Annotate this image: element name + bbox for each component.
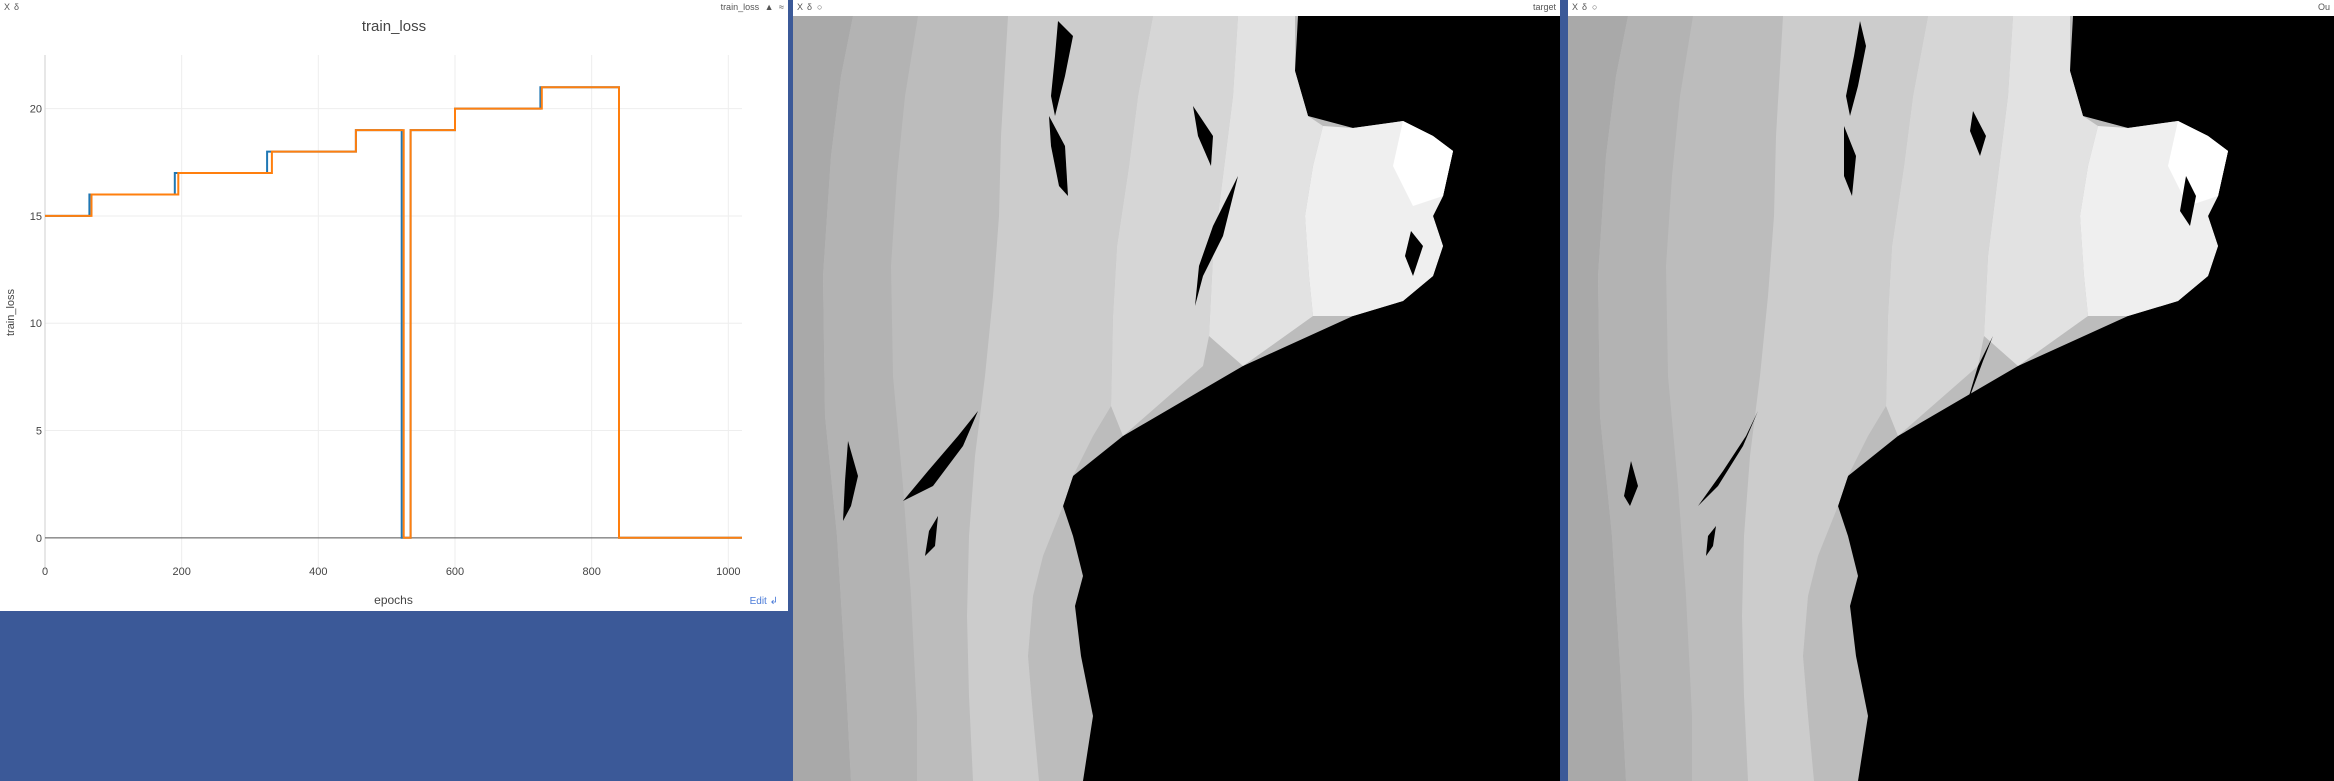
train-loss-window: X δ train_loss ▲ ≈ train_loss 0 200 400 600…: [0, 0, 788, 611]
target-image-window: X δ ○ target: [793, 0, 1560, 781]
window-title: Ou: [2317, 2, 2330, 12]
info-icon[interactable]: δ: [1582, 0, 1587, 14]
output-window-toolbar: X δ ○ Ou: [1568, 0, 2334, 14]
info-icon[interactable]: δ: [807, 0, 812, 14]
output-image-window: X δ ○ Ou: [1568, 0, 2334, 781]
y-tick-label: 15: [30, 211, 42, 223]
output-image: [1568, 16, 2334, 781]
y-axis-label: train_loss: [5, 288, 17, 336]
y-tick-label: 10: [30, 318, 42, 330]
x-tick-label: 600: [446, 566, 464, 578]
y-tick-label: 5: [36, 426, 42, 438]
edit-chart-link[interactable]: Edit ↲: [750, 596, 778, 607]
target-window-toolbar: X δ ○ target: [793, 0, 1560, 14]
target-image: [793, 16, 1560, 781]
y-tick-label: 0: [36, 533, 42, 545]
x-tick-label: 800: [582, 566, 600, 578]
edit-icon: ↲: [769, 596, 778, 607]
save-icon[interactable]: ○: [817, 0, 822, 14]
series-line-2[interactable]: [45, 86, 742, 539]
y-tick-label: 20: [30, 104, 42, 116]
edit-label: Edit: [749, 596, 767, 607]
close-window-button[interactable]: X: [797, 0, 803, 14]
x-tick-label: 400: [309, 566, 327, 578]
x-tick-label: 0: [42, 566, 48, 578]
x-tick-label: 200: [172, 566, 190, 578]
x-tick-label: 1000: [716, 566, 740, 578]
series-line-1[interactable]: [45, 86, 742, 539]
close-window-button[interactable]: X: [1572, 0, 1578, 14]
window-title: target: [1532, 2, 1556, 12]
x-axis-label: epochs: [374, 593, 413, 607]
save-icon[interactable]: ○: [1592, 0, 1597, 14]
loss-chart[interactable]: 0 200 400 600 800 1000 0 5 10 15 20 epochs train_los…: [0, 0, 788, 611]
